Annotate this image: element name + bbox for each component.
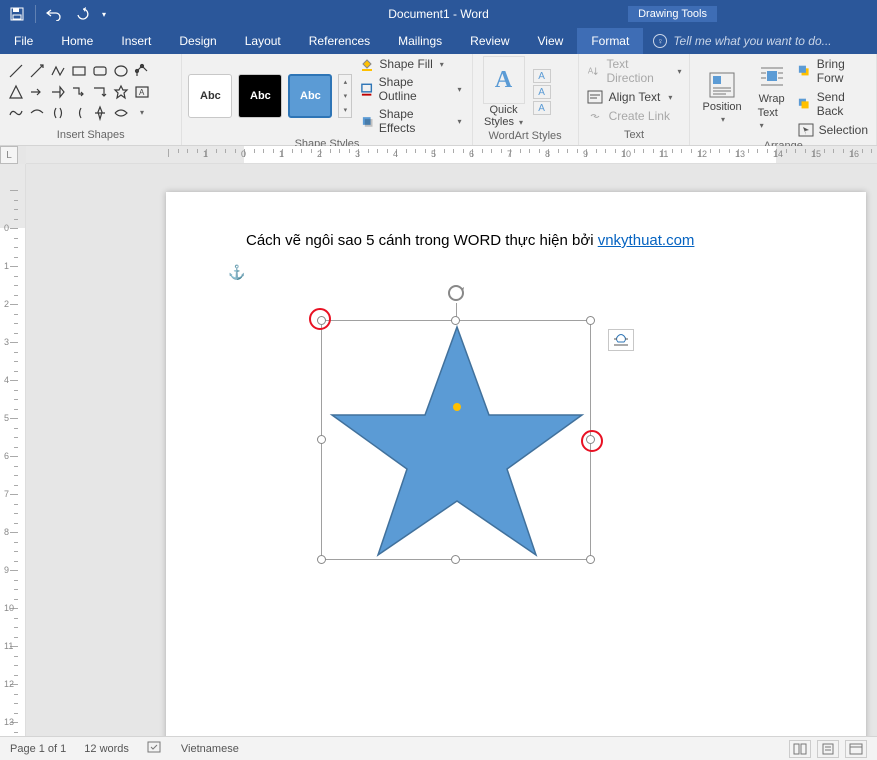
proofing-icon[interactable] (147, 740, 163, 757)
resize-handle-ml[interactable] (317, 435, 326, 444)
shape-selection[interactable] (321, 320, 591, 560)
document-scroll[interactable]: Cách vẽ ngôi sao 5 cánh trong WORD thực … (26, 164, 877, 736)
status-language[interactable]: Vietnamese (181, 743, 239, 755)
style-preset-black[interactable]: Abc (238, 74, 282, 118)
resize-handle-br[interactable] (586, 555, 595, 564)
shapes-gallery[interactable]: A ▾ (6, 61, 152, 123)
status-words[interactable]: 12 words (84, 743, 129, 755)
status-page[interactable]: Page 1 of 1 (10, 743, 66, 755)
wrap-text-button[interactable]: Wrap Text ▾ (752, 63, 792, 131)
quick-access-toolbar: ▾ (0, 2, 115, 26)
vertical-ruler[interactable]: 012345678910111213141516 (0, 164, 26, 736)
anchor-icon: ⚓ (228, 264, 245, 281)
group-text: A Text Direction▾ Align Text▾ Create Lin… (579, 54, 691, 145)
document-link[interactable]: vnkythuat.com (598, 232, 695, 249)
web-layout-button[interactable] (845, 740, 867, 758)
resize-handle-mr[interactable] (586, 435, 595, 444)
tab-review[interactable]: Review (456, 28, 523, 54)
create-link-button[interactable]: Create Link (585, 108, 672, 124)
print-layout-button[interactable] (817, 740, 839, 758)
group-shape-styles: Abc Abc Abc ▴▾▾ Shape Fill▾ Shape Outlin… (182, 54, 472, 145)
rotate-handle[interactable] (446, 283, 466, 303)
tell-me-search[interactable]: ♀ Tell me what you want to do... (643, 28, 877, 54)
selection-pane-button[interactable]: Selection (796, 122, 870, 138)
text-effects-button[interactable]: A (533, 101, 551, 115)
tab-design[interactable]: Design (165, 28, 230, 54)
position-button[interactable]: Position▾ (696, 71, 747, 124)
document-text[interactable]: Cách vẽ ngôi sao 5 cánh trong WORD thực … (246, 232, 786, 250)
bring-forward-button[interactable]: Bring Forw (796, 56, 870, 86)
resize-handle-bm[interactable] (451, 555, 460, 564)
tab-mailings[interactable]: Mailings (384, 28, 456, 54)
tab-home[interactable]: Home (47, 28, 107, 54)
shape-fill-button[interactable]: Shape Fill▾ (356, 56, 465, 72)
svg-text:A: A (139, 88, 145, 97)
text-direction-button[interactable]: A Text Direction▾ (585, 56, 684, 86)
window-title: Document1 - Word (388, 7, 488, 21)
adjustment-handle[interactable] (453, 403, 461, 411)
quick-styles-button[interactable]: A Quick Styles ▾ (479, 56, 529, 128)
group-insert-shapes: A ▾ Insert Shapes (0, 54, 182, 145)
title-bar: ▾ Document1 - Word Drawing Tools (0, 0, 877, 28)
ribbon: A ▾ Insert Shapes Abc Abc Abc ▴▾▾ (0, 54, 877, 146)
text-fill-button[interactable]: A (533, 69, 551, 83)
send-backward-button[interactable]: Send Back (796, 89, 870, 119)
textbox-icon[interactable]: A (132, 82, 152, 102)
redo-button[interactable] (69, 2, 95, 26)
group-label-text: Text (585, 127, 684, 143)
resize-handle-tm[interactable] (451, 316, 460, 325)
ribbon-tabs: File Home Insert Design Layout Reference… (0, 28, 877, 54)
tab-selector[interactable]: L (0, 146, 18, 164)
group-label-wordart: WordArt Styles (479, 128, 572, 144)
wordart-letter-icon: A (483, 56, 525, 104)
text-outline-button[interactable]: A (533, 85, 551, 99)
tab-layout[interactable]: Layout (231, 28, 295, 54)
shape-style-gallery[interactable]: Abc Abc Abc ▴▾▾ (188, 74, 352, 118)
document-area: 012345678910111213141516 Cách vẽ ngôi sa… (0, 164, 877, 736)
resize-handle-tl[interactable] (317, 316, 326, 325)
tab-references[interactable]: References (295, 28, 384, 54)
qat-customize-button[interactable]: ▾ (97, 2, 111, 26)
page: Cách vẽ ngôi sao 5 cánh trong WORD thực … (166, 192, 866, 736)
style-gallery-more[interactable]: ▴▾▾ (338, 74, 352, 118)
lightbulb-icon: ♀ (653, 34, 667, 48)
tab-format[interactable]: Format (577, 28, 643, 54)
read-mode-button[interactable] (789, 740, 811, 758)
tab-view[interactable]: View (524, 28, 578, 54)
undo-button[interactable] (41, 2, 67, 26)
group-label-insert-shapes: Insert Shapes (6, 127, 175, 143)
horizontal-ruler[interactable]: 101234567891011121314151617 (26, 146, 877, 164)
tab-file[interactable]: File (0, 28, 47, 54)
save-button[interactable] (4, 2, 30, 26)
contextual-tab-label: Drawing Tools (628, 6, 717, 22)
tell-me-placeholder: Tell me what you want to do... (673, 34, 831, 48)
status-bar: Page 1 of 1 12 words Vietnamese (0, 736, 877, 760)
group-arrange: Position▾ Wrap Text ▾ Bring Forw Send Ba… (690, 54, 877, 145)
tab-insert[interactable]: Insert (107, 28, 165, 54)
resize-handle-tr[interactable] (586, 316, 595, 325)
star-shape[interactable] (332, 327, 582, 555)
resize-handle-bl[interactable] (317, 555, 326, 564)
shape-outline-button[interactable]: Shape Outline▾ (356, 74, 465, 104)
align-text-button[interactable]: Align Text▾ (585, 89, 675, 105)
shape-effects-button[interactable]: Shape Effects▾ (356, 106, 465, 136)
edit-shape-icon[interactable] (132, 61, 152, 81)
layout-options-button[interactable] (608, 329, 634, 351)
style-preset-white[interactable]: Abc (188, 74, 232, 118)
group-wordart-styles: A Quick Styles ▾ A A A WordArt Styles (473, 54, 579, 145)
svg-text:A: A (587, 67, 593, 76)
style-preset-blue[interactable]: Abc (288, 74, 332, 118)
